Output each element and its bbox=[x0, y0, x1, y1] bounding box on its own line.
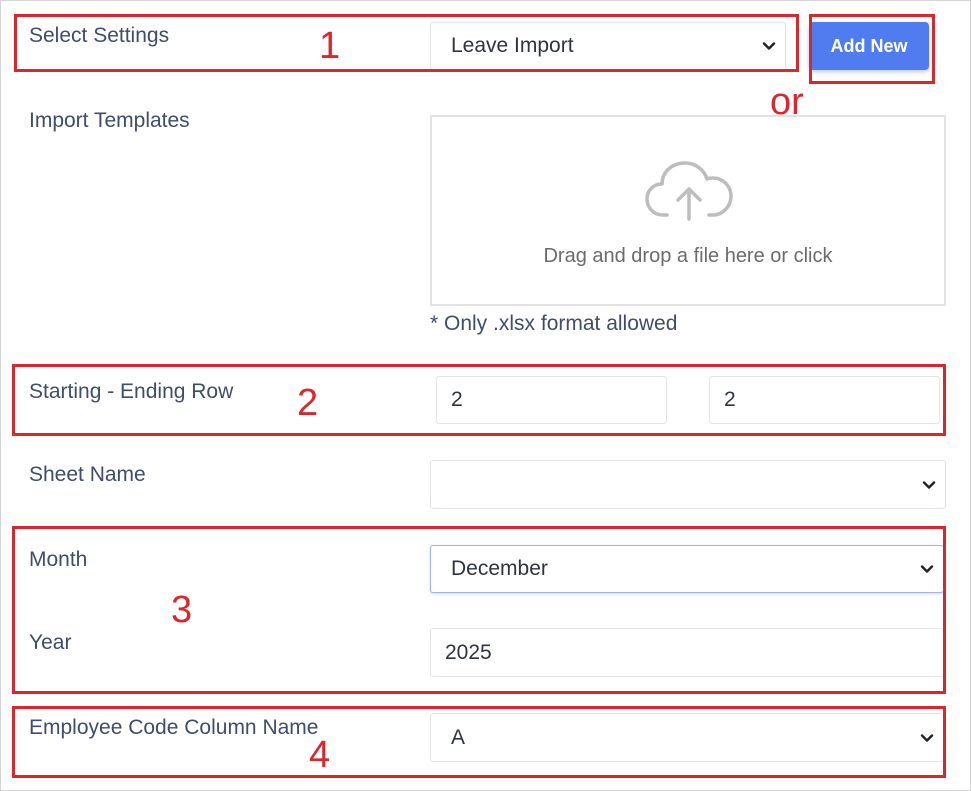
sheet-name-label: Sheet Name bbox=[29, 463, 146, 486]
annotation-number-1: 1 bbox=[319, 25, 341, 67]
annotation-box-3 bbox=[12, 526, 946, 694]
annotation-box-add-new bbox=[809, 14, 935, 84]
annotation-number-2: 2 bbox=[297, 382, 319, 424]
dropzone-text: Drag and drop a file here or click bbox=[543, 245, 833, 267]
import-templates-label: Import Templates bbox=[29, 109, 190, 132]
annotation-number-3: 3 bbox=[171, 589, 193, 631]
chevron-down-icon bbox=[922, 480, 936, 489]
annotation-box-4 bbox=[12, 706, 946, 778]
annotation-box-1 bbox=[14, 14, 799, 72]
cloud-upload-icon bbox=[645, 161, 733, 221]
file-dropzone[interactable]: Drag and drop a file here or click bbox=[430, 115, 946, 306]
annotation-or: or bbox=[770, 81, 804, 123]
annotation-number-4: 4 bbox=[309, 734, 331, 776]
sheet-name-dropdown[interactable] bbox=[430, 460, 946, 509]
annotation-box-2 bbox=[12, 364, 946, 436]
format-hint: * Only .xlsx format allowed bbox=[430, 312, 678, 335]
